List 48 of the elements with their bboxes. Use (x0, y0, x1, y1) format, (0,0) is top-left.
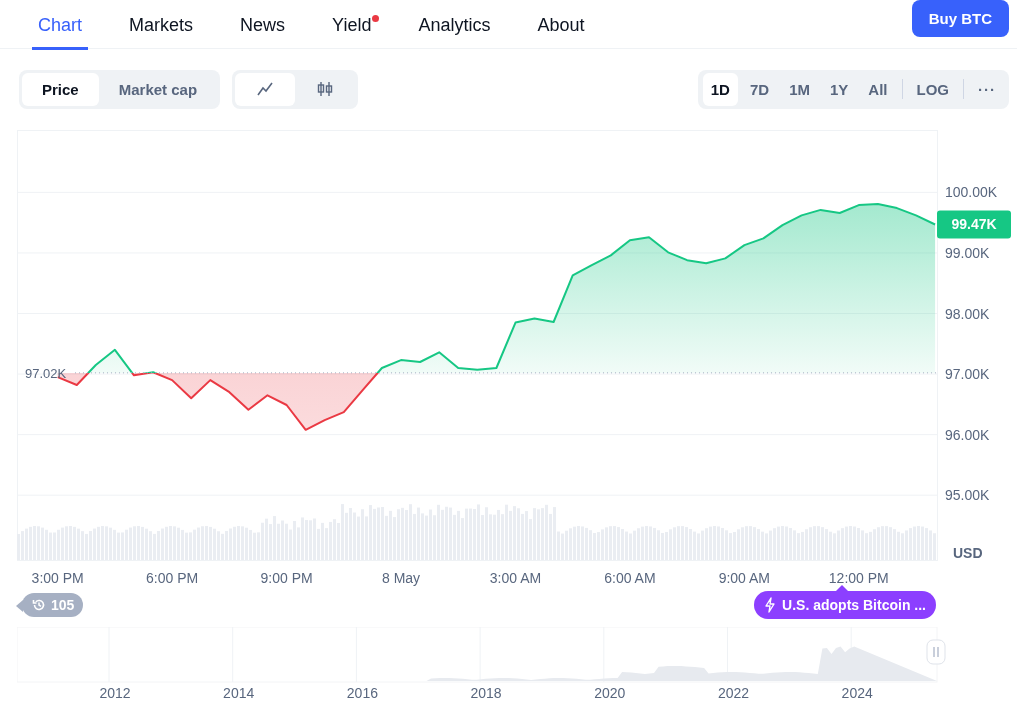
y-axis-label: 98.00K (945, 305, 990, 322)
nav-tab[interactable]: About (531, 0, 591, 50)
open-price-label: 97.02K (25, 365, 67, 381)
y-axis-label: 99.00K (945, 244, 990, 261)
range-tab[interactable]: 1M (781, 72, 818, 106)
range-tab[interactable]: 1D (702, 72, 738, 106)
year-label: 2020 (594, 685, 626, 701)
nav-tab[interactable]: News (234, 0, 292, 50)
lightning-icon (764, 597, 777, 613)
buy-button[interactable]: Buy BTC (911, 0, 1009, 37)
x-axis-label: 6:00 PM (146, 570, 199, 586)
history-count: 105 (51, 597, 75, 613)
line-chart-icon (257, 82, 274, 96)
year-label: 2022 (717, 685, 750, 701)
year-label: 2016 (346, 685, 378, 701)
y-axis-label: 97.00K (945, 366, 990, 383)
event-title: U.S. adopts Bitcoin ... (782, 597, 926, 613)
x-axis-label: 3:00 PM (31, 570, 84, 586)
line-chart-button[interactable] (235, 72, 296, 106)
more-button[interactable]: ··· (970, 72, 1004, 106)
year-label: 2014 (223, 685, 255, 701)
year-label: 2012 (99, 685, 131, 701)
nav-tab[interactable]: Chart (32, 0, 88, 50)
x-axis-label: 6:00 AM (604, 570, 656, 586)
nav-tab[interactable]: Yield (326, 0, 378, 50)
candlestick-icon (316, 81, 335, 97)
range-tab[interactable]: 1Y (821, 72, 857, 106)
metric-toggle[interactable]: Market cap (98, 72, 218, 106)
y-axis-label: 100.00K (945, 184, 998, 201)
year-label: 2024 (841, 685, 873, 701)
log-scale-button[interactable]: LOG (908, 72, 957, 106)
nav-tab[interactable]: Analytics (412, 0, 497, 50)
range-tab[interactable]: 7D (741, 72, 778, 106)
x-axis-label: 12:00 PM (828, 570, 889, 586)
range-handle[interactable] (926, 639, 946, 665)
year-label: 2018 (470, 685, 502, 701)
metric-toggle[interactable]: Price (22, 72, 99, 106)
current-price-tag: 99.47K (937, 210, 1011, 239)
x-axis-label: 9:00 PM (260, 570, 313, 586)
nav-tab[interactable]: Markets (123, 0, 200, 50)
x-axis-label: 8 May (381, 570, 421, 586)
x-axis-label: 3:00 AM (489, 570, 542, 586)
currency-unit: USD (953, 545, 983, 561)
y-axis-label: 96.00K (945, 426, 990, 443)
history-icon (32, 598, 46, 612)
x-axis-label: 9:00 AM (718, 570, 771, 586)
range-tab[interactable]: All (860, 72, 896, 106)
y-axis-label: 95.00K (945, 487, 990, 504)
